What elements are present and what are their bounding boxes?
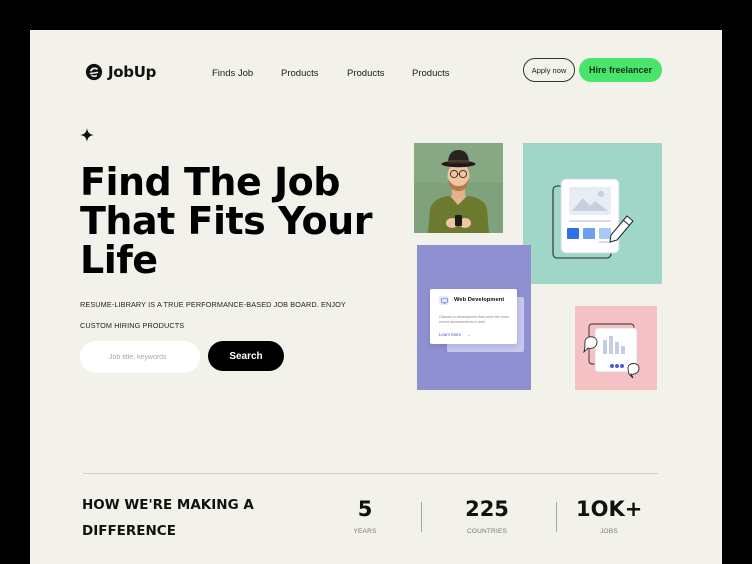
arrow-right-icon: → — [466, 332, 471, 337]
difference-heading-line: DIFFERENCE — [82, 523, 176, 539]
brand-name: JobUp — [108, 63, 157, 81]
stat-years: 5 YEARS — [340, 496, 390, 535]
logo-mark-icon — [85, 63, 103, 81]
stat-divider — [556, 502, 557, 532]
sparkle-icon — [80, 128, 94, 142]
stat-label: YEARS — [353, 528, 377, 535]
document-image-icon — [552, 178, 634, 259]
stat-label: COUNTRIES — [466, 528, 508, 535]
card-description: Classes in development that cover the mo… — [439, 315, 509, 325]
stat-divider — [421, 502, 422, 532]
person-photo — [414, 143, 503, 233]
hero-subtitle-line: CUSTOM HIRING PRODUCTS — [80, 321, 185, 330]
nav-item-products-2[interactable]: Products — [347, 68, 385, 79]
stat-label: JOBS — [600, 528, 618, 535]
landing-page: JobUp Finds Job Products Products Produc… — [30, 30, 722, 564]
stat-jobs: 1OK+ JOBS — [576, 496, 642, 535]
apply-now-button[interactable]: Apply now — [523, 58, 575, 82]
chat-tile — [575, 306, 657, 390]
hero-title-line: That Fits Your — [80, 199, 372, 243]
difference-heading: HOW WE'RE MAKING A DIFFERENCE — [82, 492, 254, 544]
stat-value: 225 — [465, 497, 509, 521]
hero-subtitle: RESUME-LIBRARY IS A TRUE PERFORMANCE-BAS… — [80, 294, 346, 336]
nav-item-products-3[interactable]: Products — [412, 68, 450, 79]
learn-more-link[interactable]: Learn More → — [439, 332, 470, 337]
stat-value: 5 — [357, 497, 373, 521]
learn-more-label: Learn More — [439, 332, 461, 337]
web-development-card[interactable]: Web Development Classes in development t… — [430, 289, 517, 344]
monitor-icon — [439, 296, 449, 305]
section-divider — [83, 473, 658, 474]
hero-subtitle-line: RESUME-LIBRARY IS A TRUE PERFORMANCE-BAS… — [80, 300, 346, 309]
stat-value: 1OK+ — [576, 497, 643, 521]
hero-title-line: Find The Job — [80, 160, 340, 204]
nav-item-products-1[interactable]: Products — [281, 68, 319, 79]
person-illustration — [414, 143, 503, 233]
hero-title-line: Life — [80, 238, 158, 282]
nav-item-finds-job[interactable]: Finds Job — [212, 68, 253, 79]
chat-bubble-icon — [583, 323, 640, 379]
card-title: Web Development — [454, 297, 505, 303]
difference-heading-line: HOW WE'RE MAKING A — [82, 497, 254, 513]
hero-title: Find The Job That Fits Your Life — [80, 163, 372, 280]
brand-logo[interactable]: JobUp — [85, 63, 156, 81]
search-input[interactable] — [80, 341, 200, 373]
hire-freelancer-button[interactable]: Hire freelancer — [579, 58, 662, 82]
stat-countries: 225 COUNTRIES — [457, 496, 517, 535]
search-button[interactable]: Search — [208, 341, 284, 371]
document-tile — [523, 143, 662, 284]
